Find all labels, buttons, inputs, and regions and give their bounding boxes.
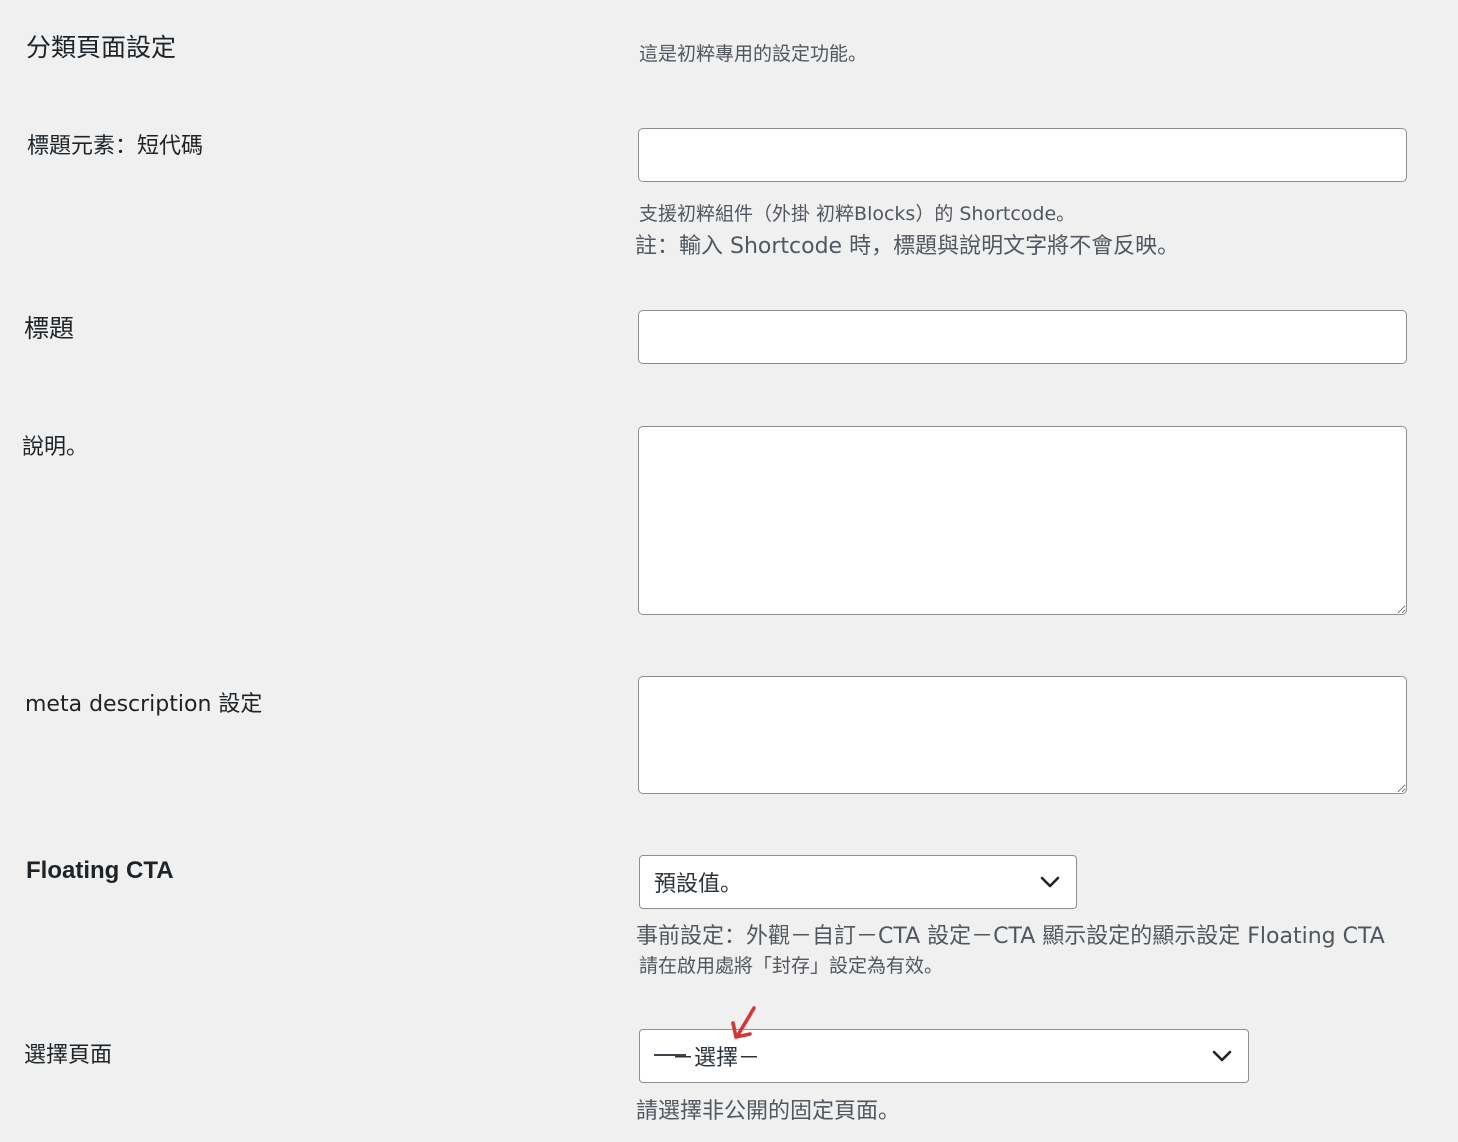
chevron-down-icon xyxy=(1040,876,1060,888)
floating-cta-help: 事前設定：外觀－自訂－CTA 設定－CTA 顯示設定的顯示設定 Floating… xyxy=(636,924,1385,949)
title-input[interactable] xyxy=(638,310,1407,364)
meta-description-label: meta description 設定 xyxy=(25,692,263,717)
title-shortcode-input[interactable] xyxy=(638,128,1407,182)
title-label: 標題 xyxy=(24,314,75,343)
select-page-help: 請選擇非公開的固定頁面。 xyxy=(636,1099,901,1124)
section-title: 分類頁面設定 xyxy=(26,33,177,62)
floating-cta-select[interactable]: 預設值。 xyxy=(639,855,1077,909)
description-label: 說明。 xyxy=(22,435,89,460)
meta-description-textarea[interactable] xyxy=(638,676,1407,794)
description-textarea[interactable] xyxy=(638,426,1407,615)
select-page-selected-value: －選擇－ xyxy=(672,1046,761,1071)
section-note: 這是初粹專用的設定功能。 xyxy=(639,43,868,65)
red-arrow-annotation-icon xyxy=(731,1006,756,1039)
category-page-settings: 分類頁面設定 這是初粹專用的設定功能。 標題元素：短代碼 支援初粹組件（外掛 初… xyxy=(0,0,1458,1142)
floating-cta-note: 請在啟用處將「封存」設定為有效。 xyxy=(639,955,944,977)
select-page-label: 選擇頁面 xyxy=(24,1043,113,1068)
title-shortcode-help: 支援初粹組件（外掛 初粹Blocks）的 Shortcode。 xyxy=(639,203,1076,225)
title-shortcode-note: 註：輸入 Shortcode 時，標題與說明文字將不會反映。 xyxy=(635,234,1180,259)
floating-cta-selected-value: 預設值。 xyxy=(654,872,743,897)
floating-cta-label: Floating CTA xyxy=(26,857,174,884)
chevron-down-icon xyxy=(1212,1050,1232,1062)
title-shortcode-label: 標題元素：短代碼 xyxy=(27,134,204,159)
